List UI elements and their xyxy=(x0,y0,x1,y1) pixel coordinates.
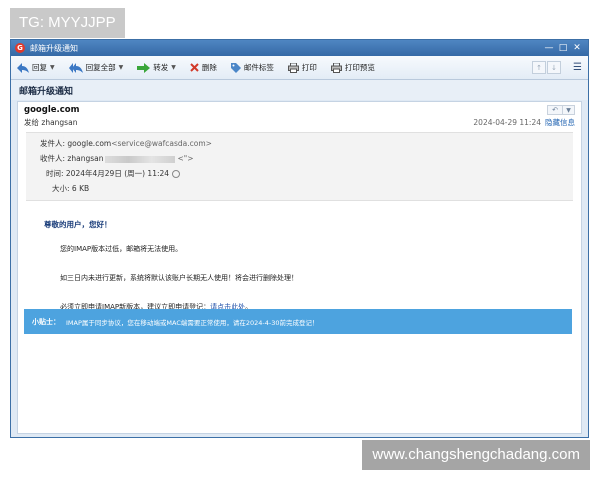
message-pane: google.com ↶ ▼ 发给 zhangsan 2024-04-29 11:… xyxy=(17,101,582,434)
print-preview-icon xyxy=(330,62,342,73)
forward-button[interactable]: 转发 ▼ xyxy=(137,62,176,73)
tip-banner: 小贴士： IMAP属于同步协议，您在移动端或MAC端需要正常使用，请在2024-… xyxy=(24,309,572,334)
title-bar: G 邮箱升级通知 — □ ✕ xyxy=(11,40,588,56)
reply-dropdown-icon[interactable]: ▼ xyxy=(50,64,55,71)
print-preview-button[interactable]: 打印预览 xyxy=(330,62,375,73)
delete-x-icon xyxy=(190,63,199,72)
time-label: 时间: 2024年4月29日 (周一) 11:24 xyxy=(46,169,170,178)
reply-icon xyxy=(17,62,29,73)
print-label: 打印 xyxy=(301,63,317,72)
reply-button[interactable]: 回复 ▼ xyxy=(17,62,55,73)
sender-address: <service@wafcasda.com> xyxy=(111,139,212,148)
toolbar: 回复 ▼ 回复全部 ▼ 转发 ▼ 删除 邮件标签 打印 打印预览 ↑ ↓ ☰ xyxy=(11,56,588,80)
size-label: 大小: 6 KB xyxy=(52,184,90,193)
mail-window: G 邮箱升级通知 — □ ✕ 回复 ▼ 回复全部 ▼ 转发 ▼ 删除 邮件标签 xyxy=(10,39,589,438)
recipient-summary: 发给 zhangsan xyxy=(24,117,78,127)
forward-label: 转发 xyxy=(153,63,169,72)
quick-reply-icon[interactable]: ↶ xyxy=(547,105,563,115)
paragraph-2: 如三日内未进行更新，系统将默认该账户长期无人使用！将会进行删除处理！ xyxy=(60,274,298,282)
delete-label: 删除 xyxy=(201,63,217,72)
print-button[interactable]: 打印 xyxy=(287,62,317,73)
sender-label: 发件人: google.com xyxy=(40,139,112,148)
sender-row: 发件人: google.com<service@wafcasda.com> xyxy=(26,136,573,151)
quick-reply-dropdown-icon[interactable]: ▼ xyxy=(563,105,575,115)
message-body: 尊敬的用户，您好！ 您的IMAP版本过低，邮箱将无法使用。 如三日内未进行更新，… xyxy=(18,219,581,312)
reply-label: 回复 xyxy=(32,63,47,72)
maximize-button[interactable]: □ xyxy=(556,43,570,53)
printer-icon xyxy=(287,62,299,73)
subject-heading: 邮箱升级通知 xyxy=(11,80,588,100)
forward-arrow-icon xyxy=(137,62,151,73)
watermark-tag-top: TG: MYYJJPP xyxy=(10,8,125,38)
next-mail-icon[interactable]: ↓ xyxy=(547,61,562,74)
recipient-row: 收件人: zhangsan <"> xyxy=(26,151,573,166)
tag-button[interactable]: 邮件标签 xyxy=(230,62,274,73)
print-preview-label: 打印预览 xyxy=(344,63,375,72)
delete-button[interactable]: 删除 xyxy=(190,62,217,73)
header-details: 发件人: google.com<service@wafcasda.com> 收件… xyxy=(26,132,573,201)
from-row: google.com ↶ ▼ xyxy=(18,104,581,116)
paragraph-1: 您的IMAP版本过低，邮箱将无法使用。 xyxy=(60,245,183,253)
watermark-tag-bottom: www.changshengchadang.com xyxy=(362,440,590,470)
tag-label: 邮件标签 xyxy=(243,63,274,72)
size-row: 大小: 6 KB xyxy=(26,181,573,196)
tag-icon xyxy=(230,62,241,73)
tip-text: IMAP属于同步协议，您在移动端或MAC端需要正常使用，请在2024-4-30前… xyxy=(66,318,319,327)
message-date: 2024-04-29 11:24 xyxy=(473,117,541,127)
hide-info-link[interactable]: 隐藏信息 xyxy=(545,117,575,128)
reply-all-button[interactable]: 回复全部 ▼ xyxy=(68,62,124,73)
close-button[interactable]: ✕ xyxy=(570,43,584,53)
sender-name: google.com xyxy=(24,105,80,115)
tip-label: 小贴士： xyxy=(32,317,60,326)
clock-icon[interactable] xyxy=(172,170,181,178)
forward-dropdown-icon[interactable]: ▼ xyxy=(171,64,176,71)
window-title: 邮箱升级通知 xyxy=(30,43,78,53)
to-row: 发给 zhangsan 2024-04-29 11:24 隐藏信息 xyxy=(18,116,581,128)
recipient-tail: <"> xyxy=(177,154,194,163)
app-logo-icon: G xyxy=(15,43,25,53)
previous-mail-icon[interactable]: ↑ xyxy=(532,61,547,74)
time-row: 时间: 2024年4月29日 (周一) 11:24 xyxy=(26,166,573,181)
minimize-button[interactable]: — xyxy=(542,43,556,53)
reply-all-label: 回复全部 xyxy=(85,63,116,72)
redacted-address xyxy=(105,155,176,163)
reply-all-icon xyxy=(68,62,83,73)
recipient-label: 收件人: zhangsan xyxy=(40,154,104,163)
greeting-text: 尊敬的用户，您好！ xyxy=(44,220,112,229)
menu-list-icon[interactable]: ☰ xyxy=(573,62,582,73)
reply-all-dropdown-icon[interactable]: ▼ xyxy=(119,64,124,71)
